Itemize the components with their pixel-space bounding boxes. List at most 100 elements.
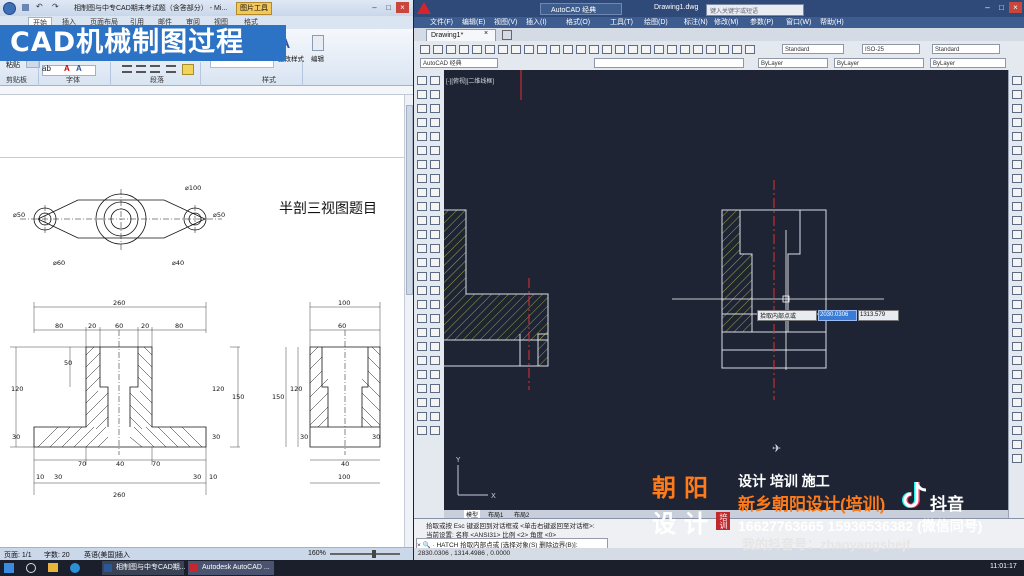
draw-tool-icon[interactable] xyxy=(417,300,427,309)
draw-tool-icon[interactable] xyxy=(430,328,440,337)
modify-tool-icon[interactable] xyxy=(1012,300,1022,309)
menu-window[interactable]: 窗口(W) xyxy=(786,17,811,28)
word-office-icon[interactable] xyxy=(3,2,16,15)
draw-tool-icon[interactable] xyxy=(417,146,427,155)
standard-tool-icon[interactable] xyxy=(485,45,495,54)
table-style-combo[interactable]: Standard xyxy=(932,44,1000,54)
menu-view[interactable]: 视图(V) xyxy=(494,17,517,28)
draw-tool-icon[interactable] xyxy=(430,426,440,435)
draw-tool-icon[interactable] xyxy=(430,412,440,421)
modify-tool-icon[interactable] xyxy=(1012,188,1022,197)
explorer-icon[interactable] xyxy=(48,563,58,572)
standard-tool-icon[interactable] xyxy=(719,45,729,54)
draw-tool-icon[interactable] xyxy=(430,76,440,85)
standard-tool-icon[interactable] xyxy=(511,45,521,54)
draw-tool-icon[interactable] xyxy=(430,272,440,281)
status-insert-mode[interactable]: 插入 xyxy=(116,550,130,560)
standard-tool-icon[interactable] xyxy=(563,45,573,54)
standard-tool-icon[interactable] xyxy=(524,45,534,54)
line-spacing-icon[interactable] xyxy=(166,65,176,73)
standard-tool-icon[interactable] xyxy=(537,45,547,54)
menu-modify[interactable]: 修改(M) xyxy=(714,17,739,28)
draw-tool-icon[interactable] xyxy=(430,104,440,113)
align-left-icon[interactable] xyxy=(122,65,132,73)
standard-tool-icon[interactable] xyxy=(680,45,690,54)
lineweight-combo[interactable]: ByLayer xyxy=(930,58,1006,68)
standard-tool-icon[interactable] xyxy=(498,45,508,54)
draw-tool-icon[interactable] xyxy=(430,384,440,393)
standard-tool-icon[interactable] xyxy=(472,45,482,54)
draw-tool-icon[interactable] xyxy=(430,356,440,365)
modify-tool-icon[interactable] xyxy=(1012,76,1022,85)
menu-parametric[interactable]: 参数(P) xyxy=(750,17,773,28)
taskbar-autocad[interactable]: Autodesk AutoCAD ... xyxy=(188,561,274,575)
draw-tool-icon[interactable] xyxy=(430,300,440,309)
modify-tool-icon[interactable] xyxy=(1012,272,1022,281)
standard-tool-icon[interactable] xyxy=(693,45,703,54)
modify-tool-icon[interactable] xyxy=(1012,160,1022,169)
modify-tool-icon[interactable] xyxy=(1012,216,1022,225)
maximize-icon[interactable]: □ xyxy=(382,2,395,13)
modify-tool-icon[interactable] xyxy=(1012,90,1022,99)
draw-tool-icon[interactable] xyxy=(417,314,427,323)
menu-format[interactable]: 格式(O) xyxy=(566,17,590,28)
modify-tool-icon[interactable] xyxy=(1012,146,1022,155)
standard-tool-icon[interactable] xyxy=(433,45,443,54)
redo-icon[interactable]: ↷ xyxy=(52,2,59,11)
draw-tool-icon[interactable] xyxy=(417,272,427,281)
draw-tool-icon[interactable] xyxy=(430,398,440,407)
menu-insert[interactable]: 插入(I) xyxy=(526,17,547,28)
cad-geometry[interactable]: Y X xyxy=(444,70,1008,510)
standard-tool-icon[interactable] xyxy=(667,45,677,54)
font-color-icon[interactable]: A xyxy=(64,64,70,73)
standard-tool-icon[interactable] xyxy=(459,45,469,54)
modify-tool-icon[interactable] xyxy=(1012,412,1022,421)
workspace-toolbar-combo[interactable]: AutoCAD 经典 xyxy=(420,58,498,68)
draw-tool-icon[interactable] xyxy=(430,216,440,225)
draw-tool-icon[interactable] xyxy=(430,342,440,351)
start-icon[interactable] xyxy=(4,563,14,573)
standard-tool-icon[interactable] xyxy=(576,45,586,54)
draw-tool-icon[interactable] xyxy=(430,90,440,99)
modify-tool-icon[interactable] xyxy=(1012,314,1022,323)
browser-icon[interactable] xyxy=(70,563,80,573)
highlight-icon[interactable]: ab xyxy=(42,64,51,73)
color-combo[interactable]: ByLayer xyxy=(758,58,828,68)
modify-tool-icon[interactable] xyxy=(1012,118,1022,127)
modify-tool-icon[interactable] xyxy=(1012,454,1022,463)
modify-tool-icon[interactable] xyxy=(1012,342,1022,351)
draw-tool-icon[interactable] xyxy=(417,258,427,267)
draw-tool-icon[interactable] xyxy=(417,160,427,169)
draw-tool-icon[interactable] xyxy=(417,132,427,141)
status-page[interactable]: 页面: 1/1 xyxy=(4,550,32,560)
draw-tool-icon[interactable] xyxy=(430,174,440,183)
standard-tool-icon[interactable] xyxy=(654,45,664,54)
draw-tool-icon[interactable] xyxy=(430,314,440,323)
standard-tool-icon[interactable] xyxy=(628,45,638,54)
layer-combo[interactable] xyxy=(594,58,744,68)
search-box[interactable]: 键入关键字或短语 xyxy=(706,4,804,16)
modify-tool-icon[interactable] xyxy=(1012,384,1022,393)
tab-close-icon[interactable]: × xyxy=(484,30,488,37)
draw-tool-icon[interactable] xyxy=(417,244,427,253)
draw-tool-icon[interactable] xyxy=(417,384,427,393)
paste-label[interactable]: 粘贴 xyxy=(6,60,20,70)
modify-tool-icon[interactable] xyxy=(1012,202,1022,211)
editing-label[interactable]: 编辑 xyxy=(311,53,324,63)
draw-tool-icon[interactable] xyxy=(430,202,440,211)
modify-tool-icon[interactable] xyxy=(1012,356,1022,365)
vertical-scrollbar[interactable] xyxy=(404,95,413,547)
draw-tool-icon[interactable] xyxy=(430,146,440,155)
draw-tool-icon[interactable] xyxy=(430,370,440,379)
minimize-icon[interactable]: – xyxy=(368,2,381,13)
modify-tool-icon[interactable] xyxy=(1012,258,1022,267)
menu-file[interactable]: 文件(F) xyxy=(430,17,453,28)
draw-tool-icon[interactable] xyxy=(417,286,427,295)
draw-tool-icon[interactable] xyxy=(430,230,440,239)
modify-tool-icon[interactable] xyxy=(1012,104,1022,113)
standard-tool-icon[interactable] xyxy=(615,45,625,54)
draw-tool-icon[interactable] xyxy=(417,76,427,85)
text-effect-icon[interactable]: A xyxy=(76,64,82,73)
menu-tools[interactable]: 工具(T) xyxy=(610,17,633,28)
draw-tool-icon[interactable] xyxy=(417,342,427,351)
